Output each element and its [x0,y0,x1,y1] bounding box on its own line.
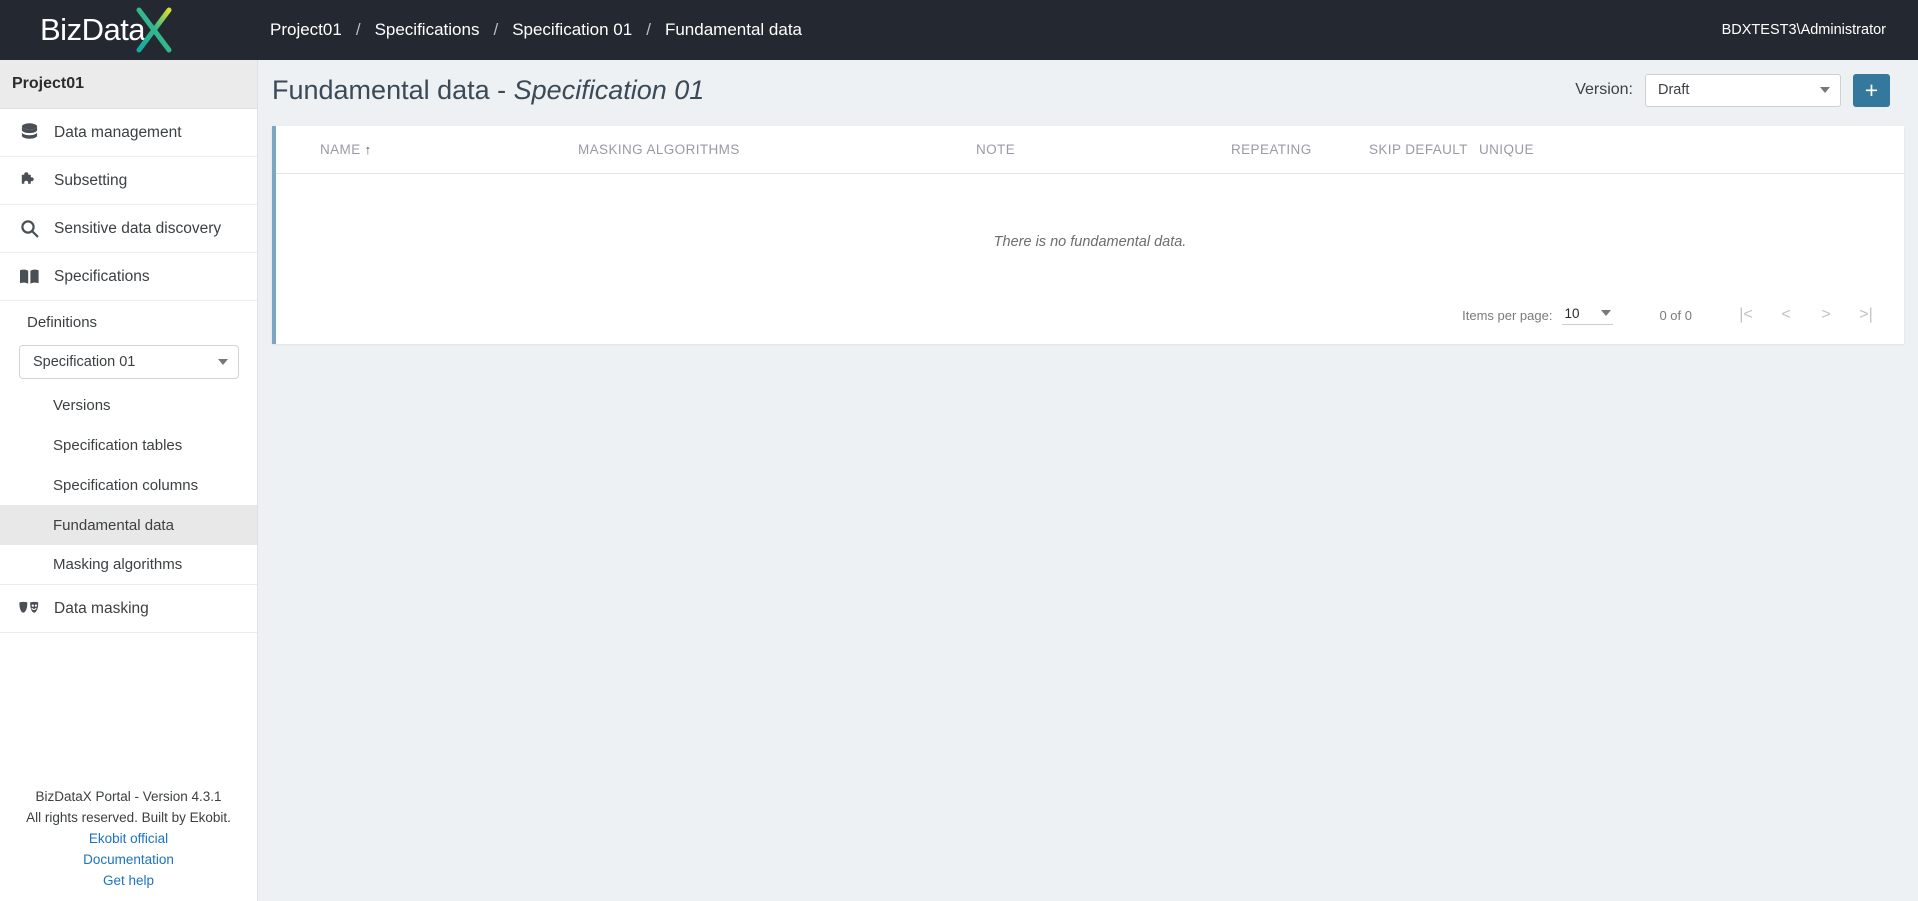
sidebar-project-header: Project01 [0,60,257,109]
items-per-page-label: Items per page: [1462,307,1553,323]
specification-select[interactable]: Specification 01 [19,345,239,379]
column-header-note[interactable]: NOTE [976,142,1015,157]
sidebar-item-specification-columns[interactable]: Specification columns [0,465,257,505]
first-page-button[interactable]: |< [1726,300,1766,330]
sidebar-item-masking-algorithms[interactable]: Masking algorithms [0,545,257,585]
breadcrumb-specifications[interactable]: Specifications [375,20,480,40]
puzzle-icon [14,169,44,193]
sidebar-item-label: Specification tables [53,436,183,454]
column-header-name[interactable]: NAME ↑ [320,142,372,157]
sidebar-item-label: Specifications [54,267,150,285]
version-label: Version: [1575,81,1633,98]
app-root: BizData Project01 / Specifications / Spe… [0,0,1918,901]
page-title: Fundamental data - Specification 01 [272,75,704,106]
sidebar-item-label: Sensitive data discovery [54,219,222,237]
breadcrumb-specification-01[interactable]: Specification 01 [512,20,632,40]
breadcrumb: Project01 / Specifications / Specificati… [270,20,802,40]
sidebar-item-fundamental-data[interactable]: Fundamental data [0,505,257,545]
sidebar-item-data-masking[interactable]: Data masking [0,585,257,633]
sidebar: Project01 Data management Subsetting Sen… [0,60,258,901]
breadcrumb-separator: / [646,20,651,39]
empty-state-message: There is no fundamental data. [993,234,1187,250]
sidebar-item-label: Versions [53,396,111,414]
database-icon [14,121,44,145]
previous-page-button[interactable]: < [1766,300,1806,330]
footer-version: BizDataX Portal - Version 4.3.1 [35,789,222,804]
sidebar-item-label: Fundamental data [53,516,174,534]
sidebar-item-label: Subsetting [54,171,128,189]
footer-link-documentation[interactable]: Documentation [0,849,257,870]
masks-icon [14,597,44,621]
main-content: Fundamental data - Specification 01 Vers… [258,60,1918,901]
breadcrumb-fundamental-data[interactable]: Fundamental data [665,20,802,40]
sidebar-item-label: Data management [54,123,182,141]
items-per-page-value: 10 [1564,305,1580,321]
sidebar-item-label: Masking algorithms [53,556,183,573]
sidebar-item-sensitive-data-discovery[interactable]: Sensitive data discovery [0,205,257,253]
user-account-label[interactable]: BDXTEST3\Administrator [1722,0,1886,60]
next-page-button[interactable]: > [1806,300,1846,330]
sidebar-footer: BizDataX Portal - Version 4.3.1 All righ… [0,786,257,891]
specification-select-value: Specification 01 [33,354,136,370]
logo-x-icon [131,4,177,56]
chevron-down-icon [218,359,228,365]
column-header-label: NAME [320,142,361,157]
items-per-page-select[interactable]: 10 [1562,305,1614,325]
version-select-value: Draft [1658,82,1690,98]
search-icon [14,217,44,241]
breadcrumb-project01[interactable]: Project01 [270,20,342,40]
top-bar: BizData Project01 / Specifications / Spe… [0,0,1918,60]
chevron-down-icon [1601,310,1612,316]
sidebar-definitions-label: Definitions [27,313,98,331]
fundamental-data-card: NAME ↑ MASKING ALGORITHMS NOTE REPEATING … [272,126,1904,344]
add-button[interactable]: + [1853,73,1890,107]
page-header: Fundamental data - Specification 01 Vers… [258,60,1918,120]
table-header-row: NAME ↑ MASKING ALGORITHMS NOTE REPEATING … [276,126,1904,174]
page-title-main: Fundamental data - [272,74,514,105]
footer-link-get-help[interactable]: Get help [0,870,257,891]
version-select[interactable]: Draft [1645,73,1841,107]
sidebar-item-label: Specification columns [53,476,199,494]
last-page-button[interactable]: >| [1846,300,1886,330]
book-icon [14,265,44,289]
column-header-repeating[interactable]: REPEATING [1231,142,1312,157]
app-logo[interactable]: BizData [0,0,258,60]
logo-text: BizData [40,12,146,47]
column-header-masking-algorithms[interactable]: MASKING ALGORITHMS [578,142,740,157]
column-header-skip-default[interactable]: SKIP DEFAULT [1369,142,1468,157]
sidebar-item-specification-tables[interactable]: Specification tables [0,425,257,465]
sort-asc-icon: ↑ [364,142,372,157]
sidebar-item-subsetting[interactable]: Subsetting [0,157,257,205]
sidebar-item-versions[interactable]: Versions [0,385,257,425]
pagination-range-label: 0 of 0 [1659,307,1692,323]
breadcrumb-separator: / [355,20,361,39]
sidebar-item-label: Data masking [54,599,149,617]
sidebar-item-data-management[interactable]: Data management [0,109,257,157]
column-header-unique[interactable]: UNIQUE [1479,142,1534,157]
breadcrumb-separator: / [493,20,499,39]
page-header-actions: Version: Draft + [1575,60,1890,120]
paginator: Items per page: 10 0 of 0 |< < > >| [1462,300,1886,330]
footer-rights: All rights reserved. Built by Ekobit. [26,810,231,825]
footer-link-ekobit-official[interactable]: Ekobit official [0,828,257,849]
page-title-emphasis: Specification 01 [513,74,705,105]
sidebar-item-specifications[interactable]: Specifications [0,253,257,301]
chevron-down-icon [1820,87,1830,93]
